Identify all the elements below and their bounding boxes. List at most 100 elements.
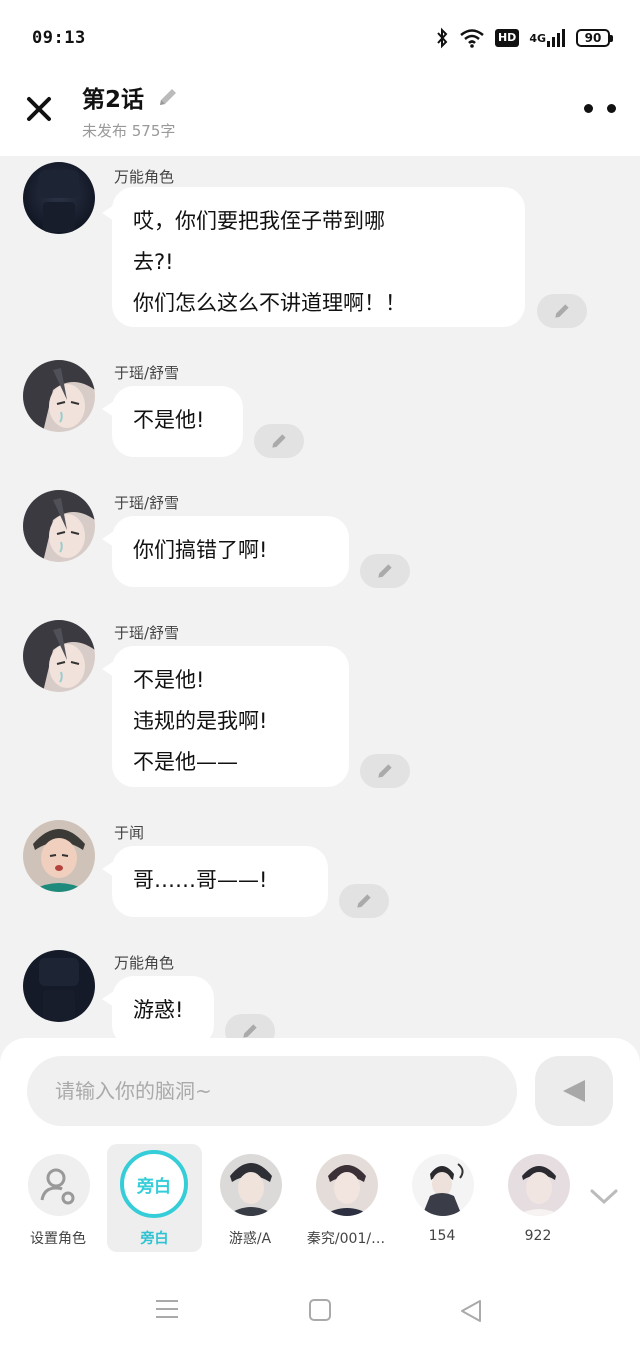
edit-title-button[interactable] bbox=[156, 85, 180, 109]
role-label: 154 bbox=[428, 1228, 456, 1244]
message-item: 于闻 哥……哥——! bbox=[0, 816, 640, 926]
message-item: 万能角色 游惑! bbox=[0, 946, 640, 1040]
narrator-badge-text: 旁白 bbox=[137, 1176, 171, 1197]
message-input[interactable] bbox=[27, 1056, 517, 1126]
message-line: 去?! bbox=[133, 250, 174, 274]
edit-message-button[interactable] bbox=[537, 294, 587, 328]
role-label: 设置角色 bbox=[30, 1231, 86, 1247]
message-line: 不是他! bbox=[133, 668, 205, 692]
menu-nav-button[interactable] bbox=[154, 1298, 180, 1320]
status-time: 09:13 bbox=[32, 28, 86, 48]
message-bubble[interactable]: 你们搞错了啊! bbox=[112, 516, 349, 587]
battery-level: 90 bbox=[584, 31, 602, 45]
message-bubble[interactable]: 不是他! bbox=[112, 386, 243, 457]
bluetooth-icon bbox=[435, 26, 449, 50]
close-button[interactable] bbox=[22, 92, 56, 126]
hd-badge: HD bbox=[494, 29, 520, 47]
chat-area[interactable]: 万能角色 哎，你们要把我侄子带到哪 去?! 你们怎么这么不讲道理啊！！ 于瑶/舒… bbox=[0, 156, 640, 1040]
message-line: 哎，你们要把我侄子带到哪 bbox=[133, 209, 385, 233]
role-label: 游惑/A bbox=[228, 1231, 272, 1247]
message-item: 于瑶/舒雪 不是他! bbox=[0, 356, 640, 466]
role-avatar bbox=[220, 1154, 282, 1216]
edit-message-button[interactable] bbox=[254, 424, 304, 458]
message-bubble[interactable]: 不是他! 违规的是我啊! 不是他—— bbox=[112, 646, 349, 787]
pencil-icon bbox=[378, 764, 392, 778]
word-count: 未发布 575字 bbox=[82, 122, 176, 140]
message-bubble[interactable]: 哎，你们要把我侄子带到哪 去?! 你们怎么这么不讲道理啊！！ bbox=[112, 187, 525, 327]
message-line: 哥……哥——! bbox=[133, 868, 268, 892]
message-line: 不是他—— bbox=[133, 750, 238, 774]
speaker-name: 于瑶/舒雪 bbox=[114, 494, 180, 512]
role-settings[interactable]: 设置角色 bbox=[12, 1144, 104, 1252]
edit-message-button[interactable] bbox=[360, 754, 410, 788]
role-selector: 设置角色 旁白 旁白 游惑/A 秦究/001/… 154 922 bbox=[0, 1144, 640, 1254]
avatar-crying-girl[interactable] bbox=[23, 620, 95, 692]
role-you-huo[interactable]: 游惑/A bbox=[204, 1144, 296, 1252]
message-line: 不是他! bbox=[133, 408, 205, 432]
pencil-icon bbox=[160, 89, 177, 105]
narrator-badge: 旁白 bbox=[120, 1150, 188, 1218]
speaker-name: 于瑶/舒雪 bbox=[114, 364, 180, 382]
role-avatar bbox=[316, 1154, 378, 1216]
status-icons: HD 4G 90 bbox=[435, 26, 613, 50]
speaker-name: 于瑶/舒雪 bbox=[114, 624, 180, 642]
role-label: 秦究/001/… bbox=[306, 1231, 386, 1247]
network-label: 4G bbox=[529, 31, 546, 45]
message-line: 你们搞错了啊! bbox=[133, 538, 268, 562]
battery-icon: 90 bbox=[576, 29, 613, 47]
page-title: 第2话 bbox=[82, 87, 145, 113]
message-item: 于瑶/舒雪 你们搞错了啊! bbox=[0, 486, 640, 596]
close-icon bbox=[27, 97, 51, 121]
role-avatar bbox=[412, 1154, 474, 1216]
role-label: 旁白 bbox=[140, 1231, 169, 1247]
avatar-crying-girl[interactable] bbox=[23, 490, 95, 562]
speaker-name: 于闻 bbox=[114, 824, 145, 842]
send-icon bbox=[563, 1080, 585, 1102]
header: 第2话 未发布 575字 bbox=[0, 78, 640, 156]
edit-message-button[interactable] bbox=[225, 1014, 275, 1040]
pencil-icon bbox=[357, 894, 371, 908]
speaker-name: 万能角色 bbox=[114, 168, 175, 186]
send-button[interactable] bbox=[535, 1056, 613, 1126]
hd-icon: HD bbox=[494, 26, 520, 50]
menu-icon bbox=[156, 1300, 178, 1318]
wifi-icon bbox=[459, 26, 485, 50]
dot-icon bbox=[584, 103, 593, 113]
message-line: 违规的是我啊! bbox=[133, 709, 268, 733]
message-line: 你们怎么这么不讲道理啊！！ bbox=[133, 291, 406, 315]
signal-icon: 4G bbox=[529, 26, 566, 50]
avatar-boy-green[interactable] bbox=[23, 820, 95, 892]
back-icon bbox=[461, 1300, 481, 1322]
home-nav-button[interactable] bbox=[308, 1298, 332, 1322]
pencil-icon bbox=[555, 304, 569, 318]
edit-message-button[interactable] bbox=[339, 884, 389, 918]
system-nav-bar bbox=[0, 1270, 640, 1351]
avatar-dark-figure[interactable] bbox=[23, 950, 95, 1022]
status-bar: 09:13 HD 4G 90 bbox=[0, 0, 640, 78]
role-qin-jiu[interactable]: 秦究/001/… bbox=[300, 1144, 392, 1252]
role-154[interactable]: 154 bbox=[396, 1144, 488, 1252]
person-settings-icon bbox=[40, 1168, 75, 1205]
title-area: 第2话 未发布 575字 bbox=[82, 80, 180, 141]
pencil-icon bbox=[378, 564, 392, 578]
home-icon bbox=[309, 1299, 331, 1321]
message-bubble[interactable]: 哥……哥——! bbox=[112, 846, 328, 917]
pencil-icon bbox=[272, 434, 286, 448]
expand-roles-button[interactable] bbox=[586, 1182, 622, 1212]
chevron-down-icon bbox=[590, 1189, 618, 1205]
back-nav-button[interactable] bbox=[458, 1298, 484, 1324]
role-narrator[interactable]: 旁白 旁白 bbox=[107, 1144, 202, 1252]
dot-icon bbox=[607, 103, 616, 113]
more-button[interactable] bbox=[584, 96, 616, 120]
avatar-dark-figure[interactable] bbox=[23, 162, 95, 234]
role-label: 922 bbox=[524, 1228, 552, 1244]
message-bubble[interactable]: 游惑! bbox=[112, 976, 214, 1040]
role-922[interactable]: 922 bbox=[492, 1144, 584, 1252]
message-item: 于瑶/舒雪 不是他! 违规的是我啊! 不是他—— bbox=[0, 616, 640, 796]
speaker-name: 万能角色 bbox=[114, 954, 175, 972]
avatar-crying-girl[interactable] bbox=[23, 360, 95, 432]
edit-message-button[interactable] bbox=[360, 554, 410, 588]
message-line: 游惑! bbox=[133, 998, 184, 1022]
message-item: 万能角色 哎，你们要把我侄子带到哪 去?! 你们怎么这么不讲道理啊！！ bbox=[0, 160, 640, 340]
role-avatar bbox=[508, 1154, 570, 1216]
